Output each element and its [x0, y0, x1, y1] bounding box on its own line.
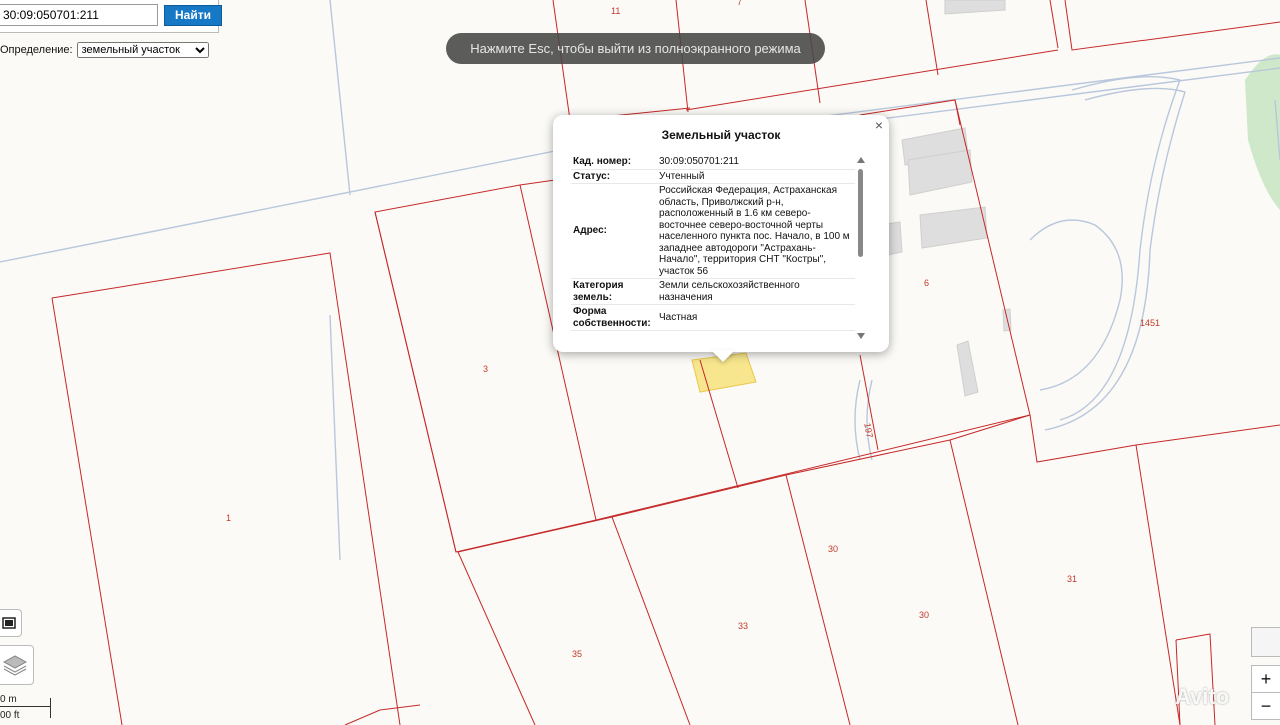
scale-metric: 0 m [0, 694, 17, 705]
definition-select[interactable]: земельный участок [76, 42, 209, 58]
scroll-up-icon[interactable] [857, 157, 865, 163]
map-control-button[interactable] [1251, 627, 1280, 657]
attributes-table: Кад. номер: 30:09:050701:211 Статус: Учт… [571, 155, 855, 331]
search-button[interactable]: Найти [164, 4, 222, 26]
green-area [1245, 54, 1280, 211]
row-key: Адрес: [571, 183, 657, 279]
scale-bar [0, 706, 50, 707]
row-key: Статус: [571, 169, 657, 184]
fullscreen-icon [2, 617, 16, 629]
table-row: Адрес: Российская Федерация, Астраханска… [571, 183, 855, 279]
scroll-down-icon[interactable] [857, 333, 865, 339]
plot-label: 1 [226, 513, 231, 523]
row-key: Форма собственности: [571, 304, 657, 331]
plot-boundaries [51, 0, 1280, 725]
zoom-in-button[interactable]: + [1251, 665, 1280, 693]
avito-watermark: Avito [1175, 684, 1230, 709]
search-bar: Найти [0, 4, 222, 26]
scroll-thumb[interactable] [858, 169, 863, 257]
fullscreen-notice: Нажмите Esc, чтобы выйти из полноэкранно… [446, 33, 825, 64]
row-value: Российская Федерация, Астраханская облас… [657, 183, 855, 279]
plot-label: 6 [924, 278, 929, 288]
popup-title: Земельный участок [661, 128, 781, 142]
popup-scrollbar[interactable] [857, 157, 867, 339]
plot-label: 33 [738, 621, 748, 631]
popup-pointer [711, 350, 735, 362]
plot-label: 197 [862, 422, 874, 439]
plot-label: 1451 [1140, 318, 1160, 328]
table-row: Кад. номер: 30:09:050701:211 [571, 155, 855, 170]
table-row: Категория земель: Земли сельскохозяйстве… [571, 278, 855, 305]
plot-label: 11 [611, 6, 620, 16]
definition-row: Определение: земельный участок [0, 42, 209, 58]
plot-label: 30 [828, 544, 838, 554]
plot-label: 35 [572, 649, 582, 659]
table-row: Форма собственности: Частная [571, 304, 855, 331]
row-value: 30:09:050701:211 [657, 155, 855, 170]
row-key: Категория земель: [571, 278, 657, 305]
search-input[interactable] [0, 4, 158, 26]
buildings [879, 0, 1012, 397]
plot-label: 31 [1067, 574, 1077, 584]
plot-label: 3 [483, 364, 488, 374]
row-value: Земли сельскохозяйственного назначения [657, 278, 855, 305]
plot-info-popup: × Земельный участок Кад. номер: 30:09:05… [553, 115, 889, 352]
definition-label: Определение: [0, 44, 73, 56]
layers-icon [2, 655, 28, 676]
scale-imperial: 00 ft [0, 710, 20, 721]
row-value: Учтенный [657, 169, 855, 184]
layers-button[interactable] [0, 645, 34, 685]
plot-label: 7 [737, 0, 742, 7]
table-row: Статус: Учтенный [571, 169, 855, 184]
fullscreen-button[interactable] [0, 609, 22, 637]
row-value: Частная [657, 304, 855, 331]
plot-label: 30 [919, 610, 929, 620]
row-key: Кад. номер: [571, 155, 657, 170]
popup-content[interactable]: Кад. номер: 30:09:050701:211 Статус: Учт… [571, 155, 855, 341]
cadastral-map[interactable]: 11 7 3 1 6 1451 197 30 31 30 33 35 [0, 0, 1280, 725]
scale-tick [50, 698, 51, 718]
zoom-out-button[interactable]: − [1251, 692, 1280, 720]
